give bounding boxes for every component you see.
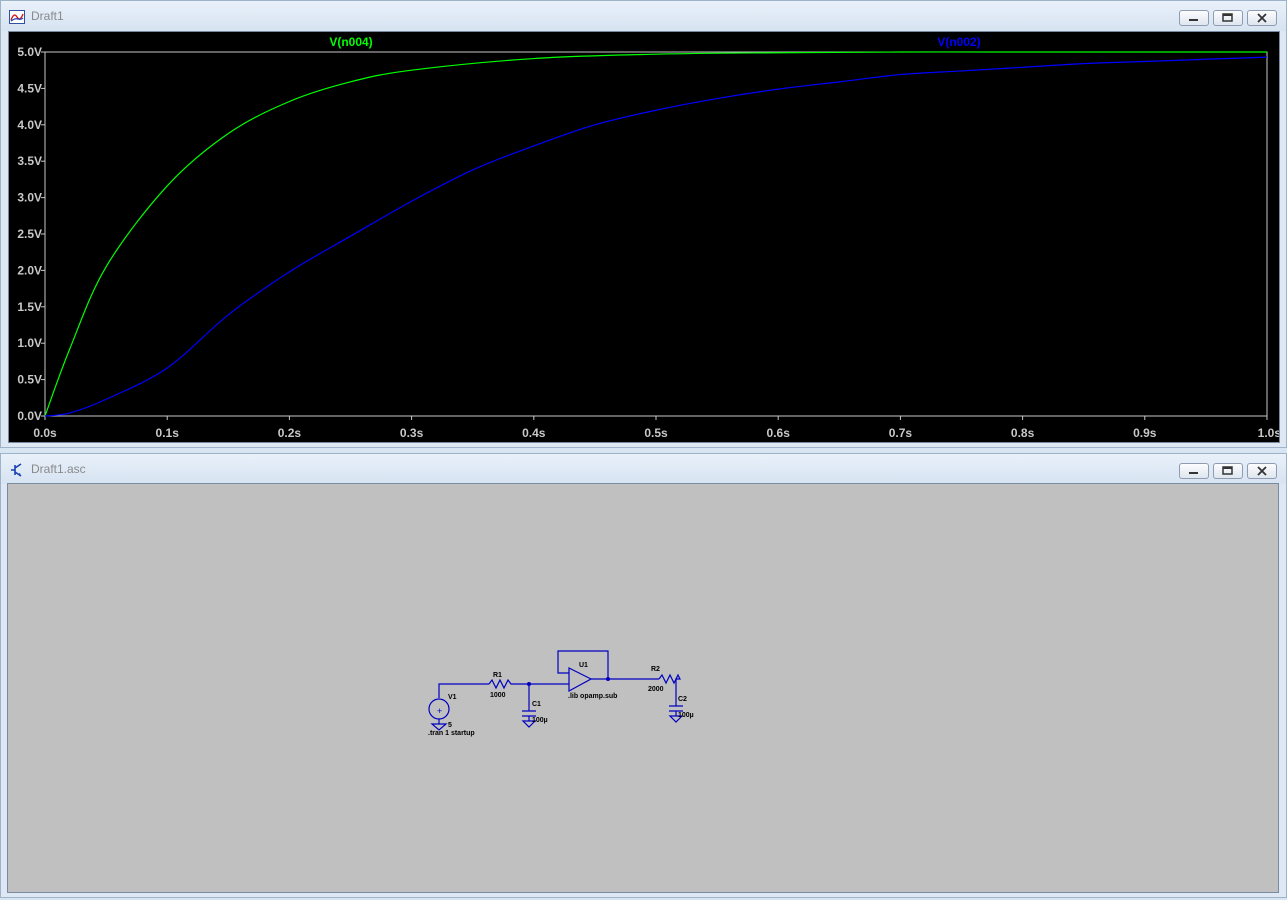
c2-value: 100µ <box>678 712 694 719</box>
restore-icon <box>1222 466 1233 475</box>
v1-value: 5 <box>448 722 452 729</box>
plot-frame <box>44 51 1268 417</box>
y-tick-label: 1.0V <box>17 336 42 350</box>
legend-label[interactable]: V(n002) <box>937 35 980 49</box>
waveform-chart[interactable]: 0.0s 0.1s 0.2s 0.3s 0.4s 0.5s 0.6s 0.7s 0.8s 0.9s… <box>9 32 1281 442</box>
resistor-r1[interactable] <box>488 678 529 690</box>
voltage-source-v1[interactable] <box>428 683 489 724</box>
y-tick-label: 0.0V <box>17 409 42 423</box>
close-icon <box>1257 13 1267 23</box>
x-tick-label: 0.5s <box>644 426 668 440</box>
x-tick-label: 0.3s <box>400 426 424 440</box>
r1-value: 1000 <box>490 692 506 699</box>
close-icon <box>1257 466 1267 476</box>
schematic-window-title: Draft1.asc <box>31 462 86 476</box>
c1-label: C1 <box>532 701 541 708</box>
r1-label: R1 <box>493 672 502 679</box>
v1-label: V1 <box>448 694 457 701</box>
x-tick-label: 0.6s <box>767 426 791 440</box>
u1-model: .lib opamp.sub <box>568 693 617 700</box>
opamp-u1[interactable] <box>557 650 659 693</box>
c1-value: 100µ <box>532 717 548 724</box>
series-line-v-n002-[interactable] <box>44 56 1268 417</box>
restore-icon <box>1222 13 1233 22</box>
minimize-icon <box>1189 472 1198 474</box>
r2-value: 2000 <box>648 686 664 693</box>
y-tick-label: 3.5V <box>17 154 42 168</box>
schematic-canvas[interactable]: + V1 5 R1 1000 C1 100µ U1 .lib opamp.sub… <box>7 483 1279 893</box>
x-tick-label: 0.9s <box>1133 426 1157 440</box>
x-tick-label: 1.0s <box>1258 426 1279 440</box>
plot-window-title: Draft1 <box>31 9 64 23</box>
junction-dot <box>527 682 531 686</box>
x-tick-label: 0.2s <box>278 426 302 440</box>
x-tick-label: 0.4s <box>522 426 546 440</box>
waveform-plot-pane[interactable]: 0.0s 0.1s 0.2s 0.3s 0.4s 0.5s 0.6s 0.7s 0.8s 0.9s… <box>8 31 1281 443</box>
c2-label: C2 <box>678 696 687 703</box>
junction-dot <box>606 677 610 681</box>
y-tick-label: 2.5V <box>17 227 42 241</box>
schematic-restore-button[interactable] <box>1213 463 1243 479</box>
plot-window[interactable]: Draft1 0.0s 0.1s 0.2s 0.3s 0.4s 0.5s 0.6s 0.7s 0… <box>0 0 1287 448</box>
waveform-icon <box>9 10 25 24</box>
series-line-v-n004-[interactable] <box>44 51 1267 417</box>
y-tick-label: 1.5V <box>17 300 42 314</box>
schematic-transistor-icon <box>11 463 22 477</box>
plot-close-button[interactable] <box>1247 10 1277 26</box>
svg-text:+: + <box>437 706 442 716</box>
y-tick-label: 4.5V <box>17 81 42 95</box>
minimize-icon <box>1189 19 1198 21</box>
y-tick-label: 2.0V <box>17 263 42 277</box>
x-tick-label: 0.8s <box>1011 426 1035 440</box>
x-tick-label: 0.0s <box>33 426 57 440</box>
tran-directive[interactable]: .tran 1 startup <box>428 730 475 737</box>
y-tick-label: 0.5V <box>17 373 42 387</box>
x-tick-label: 0.7s <box>889 426 913 440</box>
y-tick-label: 5.0V <box>17 45 42 59</box>
schematic-drawing[interactable]: + V1 5 R1 1000 C1 100µ U1 .lib opamp.sub… <box>8 484 1278 892</box>
plot-window-titlebar[interactable]: Draft1 <box>1 1 1286 31</box>
plot-minimize-button[interactable] <box>1179 10 1209 26</box>
schematic-window-titlebar[interactable]: Draft1.asc <box>1 454 1286 484</box>
r2-label: R2 <box>651 666 660 673</box>
x-tick-label: 0.1s <box>156 426 180 440</box>
y-tick-label: 3.0V <box>17 191 42 205</box>
u1-label: U1 <box>579 662 588 669</box>
plot-restore-button[interactable] <box>1213 10 1243 26</box>
schematic-close-button[interactable] <box>1247 463 1277 479</box>
legend-label[interactable]: V(n004) <box>329 35 372 49</box>
schematic-minimize-button[interactable] <box>1179 463 1209 479</box>
y-tick-label: 4.0V <box>17 118 42 132</box>
